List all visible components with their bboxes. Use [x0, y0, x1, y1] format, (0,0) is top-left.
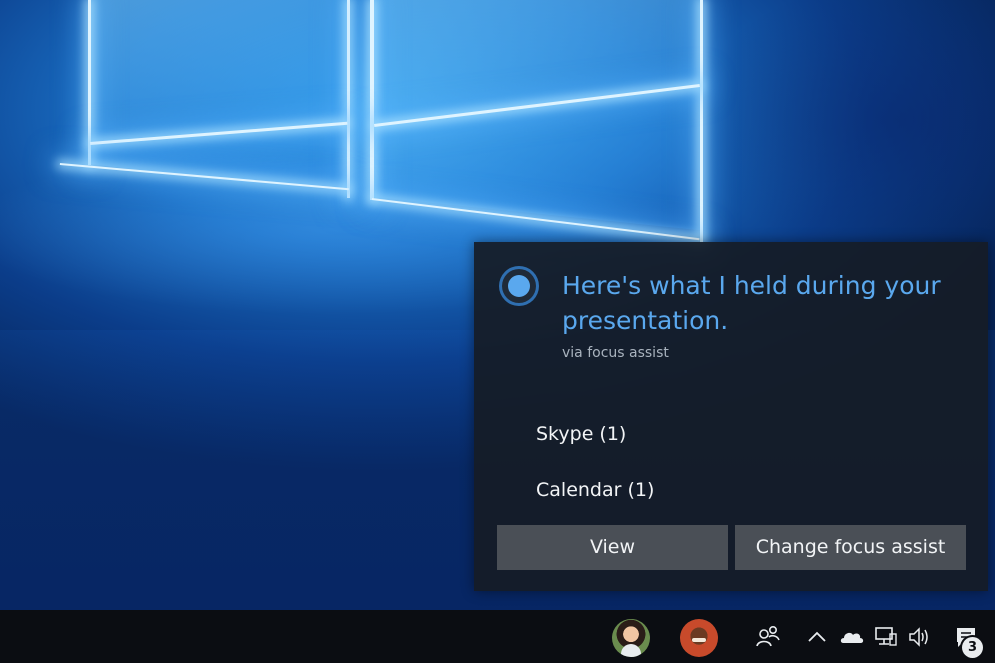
volume-icon[interactable] — [906, 622, 934, 652]
wallpaper-beam — [700, 0, 703, 242]
held-item-skype[interactable]: Skype (1) — [536, 423, 626, 445]
view-button[interactable]: View — [497, 525, 728, 570]
focus-assist-icon — [499, 266, 539, 306]
change-focus-assist-button[interactable]: Change focus assist — [735, 525, 966, 570]
people-icon[interactable] — [752, 622, 784, 652]
pinned-contact-avatar-2[interactable] — [680, 619, 718, 657]
wallpaper-beam — [370, 0, 374, 200]
notification-source: via focus assist — [562, 345, 669, 361]
wallpaper-light-pane-left — [88, 0, 350, 195]
desktop: Here's what I held during your presentat… — [0, 0, 995, 663]
wallpaper-beam — [347, 0, 350, 198]
pinned-contact-avatar-1[interactable] — [612, 619, 650, 657]
held-item-calendar[interactable]: Calendar (1) — [536, 479, 654, 501]
wallpaper-beam — [88, 0, 91, 165]
chevron-up-icon[interactable] — [804, 622, 830, 652]
onedrive-icon[interactable] — [838, 622, 866, 652]
action-center-badge: 3 — [962, 637, 983, 658]
network-icon[interactable] — [872, 622, 900, 652]
notification-title: Here's what I held during your presentat… — [562, 271, 941, 335]
